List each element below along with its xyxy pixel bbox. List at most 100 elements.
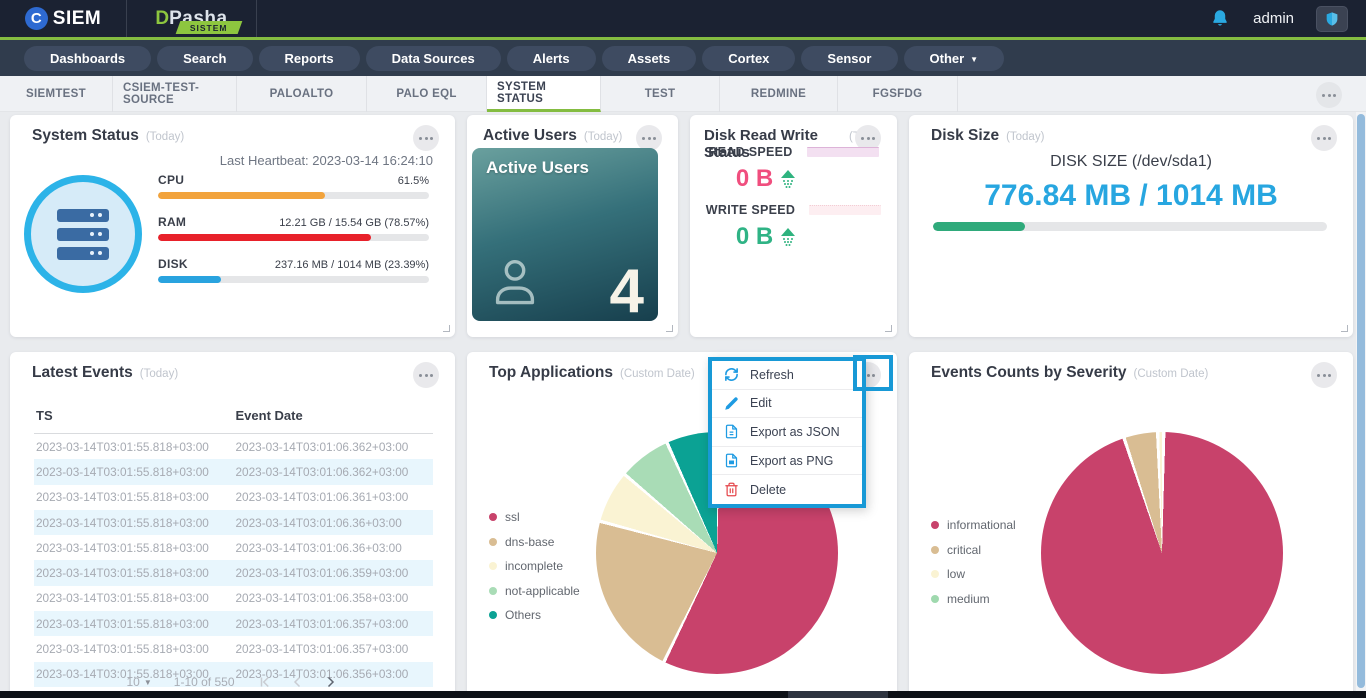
legend-label: medium [947, 592, 990, 606]
events-table-header: TS Event Date [34, 408, 433, 434]
tab-redmine[interactable]: REDMINE [720, 76, 838, 112]
prev-page-icon[interactable] [289, 673, 307, 691]
table-row[interactable]: 2023-03-14T03:01:55.818+03:002023-03-14T… [34, 636, 433, 661]
table-row[interactable]: 2023-03-14T03:01:55.818+03:002023-03-14T… [34, 560, 433, 585]
tab-system-status[interactable]: SYSTEM STATUS [487, 76, 601, 112]
read-speed-value: 0 B [736, 165, 773, 193]
nav-item-dashboards[interactable]: Dashboards [24, 46, 151, 71]
card-menu-popup: Refresh Edit Export as JSON Export as PNG De… [708, 357, 866, 508]
legend-label: low [947, 567, 965, 581]
tab-palo-eql[interactable]: PALO EQL [367, 76, 487, 112]
nav-item-reports[interactable]: Reports [259, 46, 360, 71]
brand-name: SIEM [53, 8, 101, 30]
product-logo[interactable]: DPasha SISTEM [127, 0, 257, 37]
refresh-icon [724, 367, 739, 382]
vertical-scrollbar-thumb[interactable] [1357, 114, 1365, 688]
nav-item-assets[interactable]: Assets [602, 46, 697, 71]
legend-item-others[interactable]: Others [489, 608, 580, 622]
tab-fgsfdg[interactable]: FGSFDG [838, 76, 958, 112]
main-nav: DashboardsSearch ReportsData SourcesAlert… [0, 40, 1366, 76]
table-cell: 2023-03-14T03:01:55.818+03:00 [34, 591, 234, 605]
tab-test[interactable]: TEST [601, 76, 720, 112]
product-badge: SISTEM [176, 21, 242, 34]
table-cell: 2023-03-14T03:01:06.357+03:00 [234, 617, 434, 631]
menu-item-delete[interactable]: Delete [712, 475, 862, 504]
legend-item-informational[interactable]: informational [931, 518, 1016, 532]
nav-item-sensor[interactable]: Sensor [801, 46, 897, 71]
legend-label: not-applicable [505, 584, 580, 598]
legend-item-incomplete[interactable]: incomplete [489, 559, 580, 573]
card-title: System Status [32, 127, 139, 145]
legend-item-low[interactable]: low [931, 567, 1016, 581]
card-disk-read-write: Disk Read Write Status (Tod... READ SPEE… [690, 115, 897, 337]
menu-item-export-as-png[interactable]: Export as PNG [712, 447, 862, 476]
horizontal-scrollbar-thumb[interactable] [788, 691, 888, 698]
legend-item-medium[interactable]: medium [931, 592, 1016, 606]
legend-item-dns-base[interactable]: dns-base [489, 535, 580, 549]
up-arrow-icon [781, 170, 795, 189]
chevron-down-icon: ▼ [144, 678, 152, 687]
active-users-count: 4 [610, 256, 644, 321]
legend-dot [489, 562, 497, 570]
table-row[interactable]: 2023-03-14T03:01:55.818+03:002023-03-14T… [34, 510, 433, 535]
card-subtitle: (Today) [1006, 131, 1044, 143]
legend-item-ssl[interactable]: ssl [489, 510, 580, 524]
menu-item-label: Export as JSON [750, 425, 840, 439]
nav-item-cortex[interactable]: Cortex [702, 46, 795, 71]
card-active-users: Active Users (Today) Active Users 4 [467, 115, 678, 337]
menu-item-refresh[interactable]: Refresh [712, 361, 862, 390]
nav-item-data-sources[interactable]: Data Sources [366, 46, 501, 71]
first-page-icon[interactable] [257, 673, 275, 691]
severity-pie-chart[interactable] [1041, 432, 1283, 674]
username[interactable]: admin [1253, 10, 1294, 27]
chevron-down-icon: ▼ [970, 55, 978, 64]
card-menu-button[interactable] [1311, 362, 1337, 388]
tab-csiem-test-source[interactable]: CSIEM-TEST-SOURCE [113, 76, 237, 112]
nav-item-alerts[interactable]: Alerts [507, 46, 596, 71]
nav-item-search[interactable]: Search [157, 46, 252, 71]
menu-item-label: Refresh [750, 368, 794, 382]
card-menu-button[interactable] [413, 362, 439, 388]
export-png-icon [724, 453, 739, 468]
legend-label: ssl [505, 510, 520, 524]
card-menu-button[interactable] [413, 125, 439, 151]
table-row[interactable]: 2023-03-14T03:01:55.818+03:002023-03-14T… [34, 459, 433, 484]
table-row[interactable]: 2023-03-14T03:01:55.818+03:002023-03-14T… [34, 611, 433, 636]
card-title: Active Users [483, 127, 577, 145]
events-table: TS Event Date 2023-03-14T03:01:55.818+03… [34, 408, 433, 687]
tabs-overflow-button[interactable] [1316, 82, 1342, 108]
card-subtitle: (Today) [584, 131, 622, 143]
system-meter-ram: RAM12.21 GB / 15.54 GB (78.57%) [158, 215, 429, 241]
next-page-icon[interactable] [321, 673, 339, 691]
card-menu-button[interactable] [1311, 125, 1337, 151]
legend-item-critical[interactable]: critical [931, 543, 1016, 557]
card-subtitle: (Custom Date) [620, 368, 695, 380]
table-row[interactable]: 2023-03-14T03:01:55.818+03:002023-03-14T… [34, 535, 433, 560]
table-pagination: 10 ▼ 1-10 of 550 [10, 673, 455, 691]
column-header-event-date: Event Date [234, 408, 434, 433]
table-row[interactable]: 2023-03-14T03:01:55.818+03:002023-03-14T… [34, 586, 433, 611]
legend-dot [489, 538, 497, 546]
write-speed-sparkline [809, 205, 881, 215]
tab-siemtest[interactable]: SIEMTEST [0, 76, 113, 112]
table-cell: 2023-03-14T03:01:55.818+03:00 [34, 541, 234, 555]
notifications-bell-icon[interactable] [1209, 8, 1231, 30]
menu-item-label: Export as PNG [750, 454, 833, 468]
legend-item-not-applicable[interactable]: not-applicable [489, 584, 580, 598]
table-row[interactable]: 2023-03-14T03:01:55.818+03:002023-03-14T… [34, 485, 433, 510]
card-system-status: System Status (Today) Last Heartbeat: 20… [10, 115, 455, 337]
product-logo-d: D [155, 8, 169, 30]
page-size-select[interactable]: 10 ▼ [127, 675, 152, 689]
table-cell: 2023-03-14T03:01:55.818+03:00 [34, 490, 234, 504]
card-title: Latest Events [32, 364, 133, 382]
legend-label: critical [947, 543, 981, 557]
menu-item-edit[interactable]: Edit [712, 390, 862, 419]
write-speed-value: 0 B [736, 223, 773, 251]
tab-paloalto[interactable]: PALOALTO [237, 76, 367, 112]
app-logo[interactable]: C SIEM [0, 0, 127, 37]
profile-shield-button[interactable] [1316, 6, 1348, 32]
nav-item-other[interactable]: Other▼ [904, 46, 1005, 71]
menu-item-export-as-json[interactable]: Export as JSON [712, 418, 862, 447]
card-events-by-severity: Events Counts by Severity (Custom Date) … [909, 352, 1353, 698]
table-row[interactable]: 2023-03-14T03:01:55.818+03:002023-03-14T… [34, 434, 433, 459]
